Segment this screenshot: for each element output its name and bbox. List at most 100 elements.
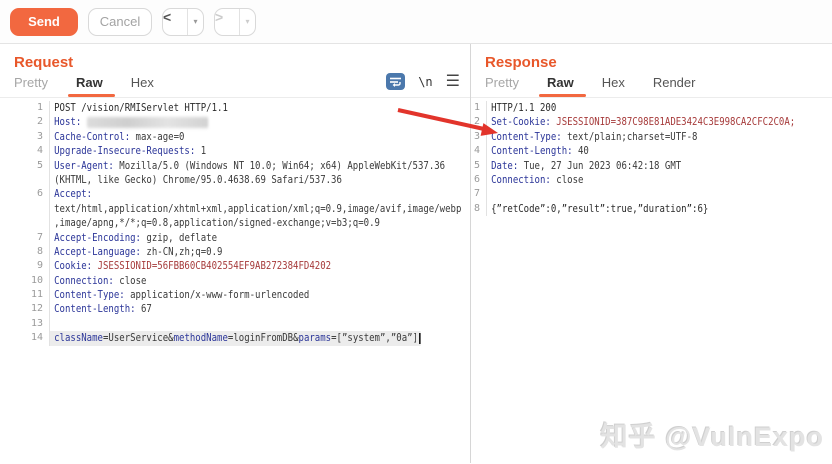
line-number: 9 xyxy=(0,259,50,274)
code-line: 5 User-Agent: Mozilla/5.0 (Windows NT 10.… xyxy=(0,158,470,173)
line-text: Set-Cookie: JSESSIONID=387C98E81ADE3424C… xyxy=(491,115,796,129)
code-line: 7 Accept-Encoding: gzip, deflate xyxy=(0,230,470,245)
code-line: 14 className=UserService&methodName=login… xyxy=(0,331,470,346)
request-editor[interactable]: 1 POST /vision/RMIServlet HTTP/1.1 2 Host: … xyxy=(0,101,470,346)
tab-raw[interactable]: Raw xyxy=(539,75,586,97)
history-back-dropdown[interactable]: ▾ xyxy=(187,8,203,35)
line-number: 8 xyxy=(471,201,487,217)
tab-raw[interactable]: Raw xyxy=(68,75,115,97)
code-line: 1 HTTP/1.1 200 xyxy=(471,101,832,116)
code-line: 2 Host: xyxy=(0,115,470,130)
code-line: 6 Accept: xyxy=(0,187,470,202)
line-text: Connection: close xyxy=(54,273,147,287)
line-text: ,image/apng,*/*;q=0.8,application/signed… xyxy=(54,216,380,230)
line-number: 7 xyxy=(471,187,487,202)
line-text: Content-Type: text/plain;charset=UTF-8 xyxy=(491,129,698,143)
request-panel: Request Pretty Raw Hex \n ☰ 1 POST /vision/… xyxy=(0,44,471,463)
line-number: 1 xyxy=(0,101,50,116)
history-back-button[interactable]: < xyxy=(163,9,187,35)
tab-pretty[interactable]: Pretty xyxy=(14,75,48,90)
word-wrap-icon[interactable] xyxy=(386,73,406,90)
response-panel: Response Pretty Raw Hex Render 1 HTTP/1.1 20… xyxy=(471,44,832,463)
cancel-button[interactable]: Cancel xyxy=(88,7,152,36)
line-text: (KHTML, like Gecko) Chrome/95.0.4638.69 … xyxy=(54,172,342,186)
line-number: 6 xyxy=(0,187,50,202)
line-number: 5 xyxy=(471,158,487,173)
line-text: {”retCode”:0,”result”:true,”duration”:6} xyxy=(491,201,709,215)
tab-pretty[interactable]: Pretty xyxy=(485,75,519,90)
line-text: Cookie: JSESSIONID=56FBB60CB402554EF9AB2… xyxy=(54,259,332,273)
request-editor-icons: \n ☰ xyxy=(386,73,460,90)
code-line: 6 Connection: close xyxy=(471,172,832,188)
text-caret xyxy=(418,332,421,344)
tab-render[interactable]: Render xyxy=(653,75,696,90)
line-text: Cache-Control: max-age=0 xyxy=(54,129,185,143)
line-text: Content-Length: 40 xyxy=(491,144,589,158)
repeater-window: Send Cancel < ▾ > ▾ Request Pretty Raw Hex xyxy=(0,0,832,464)
line-number: 7 xyxy=(0,230,50,245)
code-line: 11 Content-Type: application/x-www-form-u… xyxy=(0,288,470,303)
line-number: 8 xyxy=(0,244,50,260)
code-line: 10 Connection: close xyxy=(0,273,470,289)
newline-icon[interactable]: \n xyxy=(418,75,432,89)
code-line: 8 {”retCode”:0,”result”:true,”duration”:6… xyxy=(471,201,832,217)
line-text: HTTP/1.1 200 xyxy=(491,101,557,114)
code-line: 13 xyxy=(0,316,470,332)
response-tabs: Pretty Raw Hex Render xyxy=(471,73,832,98)
response-title: Response xyxy=(485,54,557,71)
line-text: text/html,application/xhtml+xml,applicat… xyxy=(54,201,462,215)
line-number xyxy=(0,172,50,188)
code-line: 4 Upgrade-Insecure-Requests: 1 xyxy=(0,144,470,159)
line-text: className=UserService&methodName=loginFr… xyxy=(50,331,421,346)
line-number: 4 xyxy=(471,144,487,159)
code-line: 5 Date: Tue, 27 Jun 2023 06:42:18 GMT xyxy=(471,158,832,173)
line-number: 11 xyxy=(0,288,50,303)
editor-menu-icon[interactable]: ☰ xyxy=(446,73,460,90)
line-text: Accept: xyxy=(54,187,93,201)
line-number: 14 xyxy=(0,331,50,346)
code-line: 4 Content-Length: 40 xyxy=(471,144,832,159)
line-number: 6 xyxy=(471,172,487,188)
line-number: 3 xyxy=(471,129,487,145)
code-line: 7 xyxy=(471,187,832,202)
watermark: 知乎 @VulnExpo xyxy=(600,422,824,452)
history-forward-group: > ▾ xyxy=(214,7,256,36)
code-line: 3 Cache-Control: max-age=0 xyxy=(0,129,470,145)
history-forward-button[interactable]: > xyxy=(215,9,239,35)
line-text: POST /vision/RMIServlet HTTP/1.1 xyxy=(54,101,228,114)
tab-hex[interactable]: Hex xyxy=(602,75,625,90)
code-line: 12 Content-Length: 67 xyxy=(0,302,470,317)
code-line: (KHTML, like Gecko) Chrome/95.0.4638.69 … xyxy=(0,172,470,188)
line-number: 13 xyxy=(0,316,50,332)
line-text: User-Agent: Mozilla/5.0 (Windows NT 10.0… xyxy=(54,158,446,172)
line-number: 12 xyxy=(0,302,50,317)
code-line: 8 Accept-Language: zh-CN,zh;q=0.9 xyxy=(0,244,470,260)
line-number: 1 xyxy=(471,101,487,116)
history-forward-dropdown[interactable]: ▾ xyxy=(239,8,255,35)
code-line: ,image/apng,*/*;q=0.8,application/signed… xyxy=(0,216,470,231)
line-number xyxy=(0,201,50,217)
redacted-host-value xyxy=(86,116,209,128)
toolbar: Send Cancel < ▾ > ▾ xyxy=(0,0,832,44)
code-line: 3 Content-Type: text/plain;charset=UTF-8 xyxy=(471,129,832,145)
line-number: 5 xyxy=(0,158,50,173)
line-number: 2 xyxy=(471,115,487,130)
code-line: text/html,application/xhtml+xml,applicat… xyxy=(0,201,470,217)
code-line: 2 Set-Cookie: JSESSIONID=387C98E81ADE3424… xyxy=(471,115,832,130)
line-number: 3 xyxy=(0,129,50,145)
line-text: Date: Tue, 27 Jun 2023 06:42:18 GMT xyxy=(491,158,682,172)
request-tabs: Pretty Raw Hex \n ☰ xyxy=(0,73,470,98)
line-number: 10 xyxy=(0,273,50,289)
line-text: Host: xyxy=(50,115,209,129)
line-number xyxy=(0,216,50,231)
line-number: 2 xyxy=(0,115,50,130)
line-text xyxy=(50,317,54,331)
response-editor[interactable]: 1 HTTP/1.1 200 2 Set-Cookie: JSESSIONID=387… xyxy=(471,101,832,217)
line-text: Connection: close xyxy=(491,172,584,186)
tab-hex[interactable]: Hex xyxy=(131,75,154,90)
line-text: Accept-Language: zh-CN,zh;q=0.9 xyxy=(54,244,223,258)
send-button[interactable]: Send xyxy=(10,7,78,36)
code-line: 1 POST /vision/RMIServlet HTTP/1.1 xyxy=(0,101,470,116)
line-text: Accept-Encoding: gzip, deflate xyxy=(54,230,218,244)
line-text: Content-Length: 67 xyxy=(54,302,152,316)
